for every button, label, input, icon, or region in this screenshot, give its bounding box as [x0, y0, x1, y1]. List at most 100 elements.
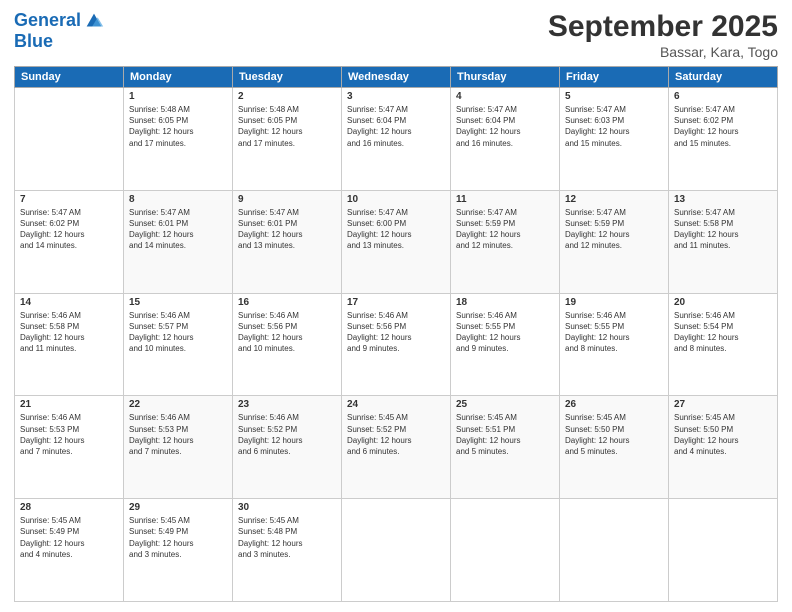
day-content: Sunrise: 5:46 AM Sunset: 5:57 PM Dayligh…	[129, 310, 227, 355]
calendar-cell: 5Sunrise: 5:47 AM Sunset: 6:03 PM Daylig…	[560, 88, 669, 191]
col-header-monday: Monday	[124, 67, 233, 88]
day-content: Sunrise: 5:48 AM Sunset: 6:05 PM Dayligh…	[129, 104, 227, 149]
day-number: 2	[238, 91, 336, 102]
day-number: 20	[674, 297, 772, 308]
calendar-cell	[451, 499, 560, 602]
week-row-4: 28 Sunrise: 5:45 AM Sunset: 5:49 PM Dayli…	[15, 499, 778, 602]
day-content: Sunrise: 5:46 AM Sunset: 5:56 PM Dayligh…	[347, 310, 445, 355]
day-number: 16	[238, 297, 336, 308]
day-number: 14	[20, 297, 118, 308]
calendar-cell	[342, 499, 451, 602]
month-title: September 2025	[548, 10, 778, 44]
day-content: Sunrise: 5:47 AM Sunset: 6:00 PM Dayligh…	[347, 207, 445, 252]
calendar-cell	[669, 499, 778, 602]
day-content: Sunrise: 5:48 AM Sunset: 6:05 PM Dayligh…	[238, 104, 336, 149]
calendar-cell: 19 Sunrise: 5:46 AM Sunset: 5:55 PM Dayli…	[560, 293, 669, 396]
header: General Blue September 2025 Bassar, Kara…	[14, 10, 778, 60]
day-number: 15	[129, 297, 227, 308]
day-content: Sunrise: 5:47 AM Sunset: 6:02 PM Dayligh…	[674, 104, 772, 149]
calendar-cell: 7 Sunrise: 5:47 AM Sunset: 6:02 PM Daylig…	[15, 190, 124, 293]
calendar-cell: 27Sunrise: 5:45 AM Sunset: 5:50 PM Dayli…	[669, 396, 778, 499]
day-content: Sunrise: 5:46 AM Sunset: 5:55 PM Dayligh…	[565, 310, 663, 355]
day-number: 26	[565, 399, 663, 410]
day-content: Sunrise: 5:47 AM Sunset: 6:04 PM Dayligh…	[456, 104, 554, 149]
calendar-cell: 26 Sunrise: 5:45 AM Sunset: 5:50 PM Dayli…	[560, 396, 669, 499]
calendar-cell: 4 Sunrise: 5:47 AM Sunset: 6:04 PM Daylig…	[451, 88, 560, 191]
day-number: 11	[456, 194, 554, 205]
calendar-cell: 1Sunrise: 5:48 AM Sunset: 6:05 PM Daylig…	[124, 88, 233, 191]
logo: General Blue	[14, 10, 105, 52]
calendar-cell: 25 Sunrise: 5:45 AM Sunset: 5:51 PM Dayli…	[451, 396, 560, 499]
col-header-thursday: Thursday	[451, 67, 560, 88]
calendar-cell: 29Sunrise: 5:45 AM Sunset: 5:49 PM Dayli…	[124, 499, 233, 602]
day-number: 23	[238, 399, 336, 410]
day-content: Sunrise: 5:45 AM Sunset: 5:50 PM Dayligh…	[565, 412, 663, 457]
day-number: 22	[129, 399, 227, 410]
day-number: 30	[238, 502, 336, 513]
week-row-1: 7 Sunrise: 5:47 AM Sunset: 6:02 PM Daylig…	[15, 190, 778, 293]
day-number: 7	[20, 194, 118, 205]
calendar-cell: 15 Sunrise: 5:46 AM Sunset: 5:57 PM Dayli…	[124, 293, 233, 396]
day-number: 3	[347, 91, 445, 102]
day-content: Sunrise: 5:45 AM Sunset: 5:49 PM Dayligh…	[20, 515, 118, 560]
day-content: Sunrise: 5:45 AM Sunset: 5:48 PM Dayligh…	[238, 515, 336, 560]
logo-text: General	[14, 11, 81, 31]
day-content: Sunrise: 5:47 AM Sunset: 6:01 PM Dayligh…	[238, 207, 336, 252]
calendar-cell: 11 Sunrise: 5:47 AM Sunset: 5:59 PM Dayli…	[451, 190, 560, 293]
day-content: Sunrise: 5:46 AM Sunset: 5:53 PM Dayligh…	[20, 412, 118, 457]
calendar-cell	[560, 499, 669, 602]
day-number: 8	[129, 194, 227, 205]
day-content: Sunrise: 5:46 AM Sunset: 5:55 PM Dayligh…	[456, 310, 554, 355]
calendar-cell: 23Sunrise: 5:46 AM Sunset: 5:52 PM Dayli…	[233, 396, 342, 499]
header-row: SundayMondayTuesdayWednesdayThursdayFrid…	[15, 67, 778, 88]
calendar-cell	[15, 88, 124, 191]
calendar-cell: 13 Sunrise: 5:47 AM Sunset: 5:58 PM Dayli…	[669, 190, 778, 293]
week-row-3: 21 Sunrise: 5:46 AM Sunset: 5:53 PM Dayli…	[15, 396, 778, 499]
day-number: 13	[674, 194, 772, 205]
day-number: 19	[565, 297, 663, 308]
col-header-sunday: Sunday	[15, 67, 124, 88]
day-content: Sunrise: 5:47 AM Sunset: 6:04 PM Dayligh…	[347, 104, 445, 149]
day-content: Sunrise: 5:47 AM Sunset: 6:02 PM Dayligh…	[20, 207, 118, 252]
calendar-cell: 22 Sunrise: 5:46 AM Sunset: 5:53 PM Dayli…	[124, 396, 233, 499]
calendar-cell: 20 Sunrise: 5:46 AM Sunset: 5:54 PM Dayli…	[669, 293, 778, 396]
day-content: Sunrise: 5:45 AM Sunset: 5:50 PM Dayligh…	[674, 412, 772, 457]
calendar-cell: 18Sunrise: 5:46 AM Sunset: 5:55 PM Dayli…	[451, 293, 560, 396]
day-number: 29	[129, 502, 227, 513]
day-number: 12	[565, 194, 663, 205]
title-area: September 2025 Bassar, Kara, Togo	[548, 10, 778, 60]
location: Bassar, Kara, Togo	[548, 44, 778, 60]
calendar-cell: 14Sunrise: 5:46 AM Sunset: 5:58 PM Dayli…	[15, 293, 124, 396]
calendar-cell: 2 Sunrise: 5:48 AM Sunset: 6:05 PM Daylig…	[233, 88, 342, 191]
day-number: 25	[456, 399, 554, 410]
day-content: Sunrise: 5:47 AM Sunset: 5:58 PM Dayligh…	[674, 207, 772, 252]
day-number: 28	[20, 502, 118, 513]
day-content: Sunrise: 5:46 AM Sunset: 5:54 PM Dayligh…	[674, 310, 772, 355]
week-row-0: 1Sunrise: 5:48 AM Sunset: 6:05 PM Daylig…	[15, 88, 778, 191]
day-number: 17	[347, 297, 445, 308]
logo-icon	[83, 10, 105, 32]
week-row-2: 14Sunrise: 5:46 AM Sunset: 5:58 PM Dayli…	[15, 293, 778, 396]
calendar-table: SundayMondayTuesdayWednesdayThursdayFrid…	[14, 66, 778, 602]
day-content: Sunrise: 5:45 AM Sunset: 5:51 PM Dayligh…	[456, 412, 554, 457]
col-header-friday: Friday	[560, 67, 669, 88]
day-content: Sunrise: 5:46 AM Sunset: 5:56 PM Dayligh…	[238, 310, 336, 355]
day-content: Sunrise: 5:47 AM Sunset: 5:59 PM Dayligh…	[565, 207, 663, 252]
day-number: 24	[347, 399, 445, 410]
day-number: 5	[565, 91, 663, 102]
calendar-cell: 21 Sunrise: 5:46 AM Sunset: 5:53 PM Dayli…	[15, 396, 124, 499]
day-content: Sunrise: 5:46 AM Sunset: 5:53 PM Dayligh…	[129, 412, 227, 457]
day-content: Sunrise: 5:47 AM Sunset: 5:59 PM Dayligh…	[456, 207, 554, 252]
day-number: 4	[456, 91, 554, 102]
col-header-tuesday: Tuesday	[233, 67, 342, 88]
calendar-cell: 3 Sunrise: 5:47 AM Sunset: 6:04 PM Daylig…	[342, 88, 451, 191]
calendar-cell: 10Sunrise: 5:47 AM Sunset: 6:00 PM Dayli…	[342, 190, 451, 293]
col-header-wednesday: Wednesday	[342, 67, 451, 88]
calendar-cell: 9 Sunrise: 5:47 AM Sunset: 6:01 PM Daylig…	[233, 190, 342, 293]
calendar-cell: 16 Sunrise: 5:46 AM Sunset: 5:56 PM Dayli…	[233, 293, 342, 396]
day-content: Sunrise: 5:45 AM Sunset: 5:52 PM Dayligh…	[347, 412, 445, 457]
day-number: 9	[238, 194, 336, 205]
calendar-cell: 17 Sunrise: 5:46 AM Sunset: 5:56 PM Dayli…	[342, 293, 451, 396]
day-number: 6	[674, 91, 772, 102]
day-number: 21	[20, 399, 118, 410]
